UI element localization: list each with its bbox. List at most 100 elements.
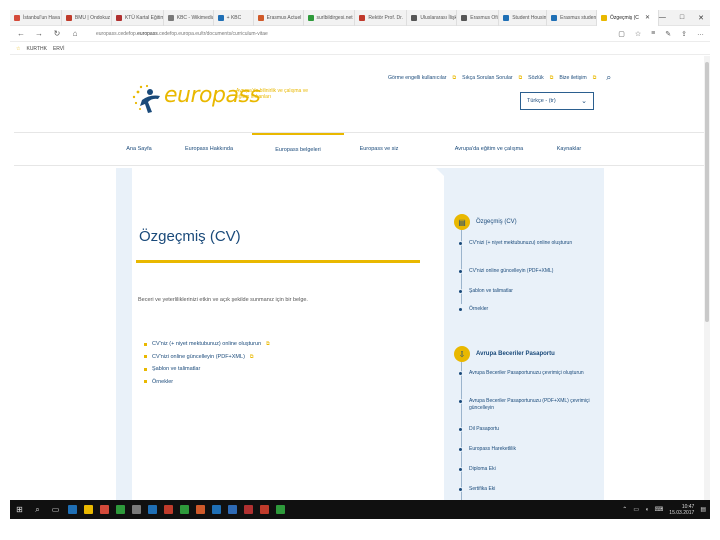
browser-tab[interactable]: Rektör Prof. Dr. <box>355 9 408 26</box>
browser-tab[interactable]: Student Housing <box>499 9 548 26</box>
taskbar-app-icon[interactable] <box>196 505 205 514</box>
search-icon[interactable]: ⌕ <box>606 72 611 83</box>
taskbar-app-icon[interactable] <box>116 505 125 514</box>
side-link-text[interactable]: CV'nizi (+ niyet mektubunuzu) online olu… <box>469 240 572 247</box>
side-link-text[interactable]: CV'nizi online güncelleyin (PDF+XML) <box>469 268 553 275</box>
forward-icon[interactable]: → <box>34 29 44 38</box>
home-icon[interactable]: ⌂ <box>70 29 80 38</box>
scrollbar[interactable] <box>704 56 710 500</box>
side-link[interactable]: CV'nizi (+ niyet mektubunuzu) online olu… <box>458 240 598 247</box>
notes-icon[interactable]: ✎ <box>665 30 671 38</box>
reading-view-icon[interactable]: ▢ <box>618 30 625 38</box>
list-item[interactable]: Örnekler <box>144 376 270 389</box>
side-section-cv[interactable]: ▤ Özgeçmiş (CV) <box>454 214 517 230</box>
side-link[interactable]: Sertifika Eki <box>458 486 598 493</box>
side-link[interactable]: CV'nizi online güncelleyin (PDF+XML) <box>458 268 598 275</box>
browser-tab[interactable]: KTÜ Kartal Eğitim <box>112 9 164 26</box>
util-link-accessibility[interactable]: Görme engelli kullanıcılar <box>388 75 447 81</box>
taskbar-app-icon[interactable] <box>68 505 77 514</box>
taskbar-app-icon[interactable] <box>228 505 237 514</box>
language-select[interactable]: Türkçe - (tr) ⌄ <box>520 92 594 110</box>
scrollbar-thumb[interactable] <box>705 62 709 322</box>
side-link[interactable]: Dil Pasaportu <box>458 426 598 433</box>
side-link[interactable]: Örnekler <box>458 306 598 313</box>
favorite-item[interactable]: KURTHK <box>26 46 46 52</box>
list-item[interactable]: Şablon ve talimatlar <box>144 363 270 376</box>
taskbar-app-icon[interactable] <box>84 505 93 514</box>
cv-link[interactable]: CV'niz (+ niyet mektubunuz) online oluşt… <box>152 341 261 347</box>
browser-tab[interactable]: + KBC <box>214 9 254 26</box>
side-link[interactable]: Avrupa Beceriler Pasaportunuzu (PDF+XML)… <box>458 398 598 412</box>
keyboard-icon[interactable]: ⌨ <box>655 506 664 513</box>
browser-tab[interactable]: İstanbul'un Hava <box>10 9 62 26</box>
taskbar: ⊞ ⌕ ▭ ⌃ ▭ ◖ ⌨ 10:47 15.03.2017 ▤ <box>10 500 710 519</box>
cv-link[interactable]: CV'nizi online güncelleyin (PDF+XML) <box>152 354 245 360</box>
nav-item-home[interactable]: Ana Sayfa <box>114 133 164 165</box>
maximize-icon[interactable]: □ <box>680 14 684 22</box>
side-link-text[interactable]: Örnekler <box>469 306 488 313</box>
list-item[interactable]: CV'niz (+ niyet mektubunuz) online oluşt… <box>144 338 270 351</box>
clock[interactable]: 10:47 15.03.2017 <box>669 504 694 516</box>
side-link-text[interactable]: Sertifika Eki <box>469 486 495 493</box>
favorite-star-icon[interactable]: ☆ <box>635 30 641 38</box>
side-link-text[interactable]: Şablon ve talimatlar <box>469 288 513 295</box>
hub-icon[interactable]: ≡ <box>651 30 655 38</box>
europass-logo[interactable]: europass Avrupa'da bilinirlik ve çalışma… <box>124 78 324 122</box>
nav-item-europass-and-you[interactable]: Europass ve siz <box>344 133 414 165</box>
side-link-text[interactable]: Avrupa Beceriler Pasaportunuzu (PDF+XML)… <box>469 398 598 412</box>
util-link-glossary[interactable]: Sözlük <box>528 75 544 81</box>
nav-item-resources[interactable]: Kaynaklar <box>549 133 589 165</box>
side-link[interactable]: Şablon ve talimatlar <box>458 288 598 295</box>
share-icon[interactable]: ⇪ <box>681 30 687 38</box>
side-section-skills-passport[interactable]: ⇩ Avrupa Beceriler Pasaportu <box>454 346 555 362</box>
browser-tab[interactable]: surlbildirgesi.net <box>304 9 356 26</box>
chevron-up-icon[interactable]: ⌃ <box>622 506 627 513</box>
browser-tab[interactable]: Özgeçmiş (C ✕ <box>597 9 659 26</box>
nav-item-about[interactable]: Europass Hakkında <box>164 133 254 165</box>
cv-link[interactable]: Şablon ve talimatlar <box>152 366 200 372</box>
side-link-text[interactable]: Europass Hareketlilik <box>469 446 516 453</box>
taskbar-app-icon[interactable] <box>132 505 141 514</box>
minimize-icon[interactable]: — <box>659 14 666 22</box>
back-icon[interactable]: ← <box>16 29 26 38</box>
more-icon[interactable]: … <box>697 30 704 38</box>
browser-tab[interactable]: BMU | Ondokuz <box>62 9 112 26</box>
browser-tab[interactable]: Erasmus Ofisi <box>457 9 500 26</box>
side-link[interactable]: Europass Hareketlilik <box>458 446 598 453</box>
util-link-contact[interactable]: Bize iletişim <box>559 75 586 81</box>
favorite-item[interactable]: ERVİ <box>53 46 65 52</box>
side-link-text[interactable]: Avrupa Beceriler Pasaportunuzu çevrimiçi… <box>469 370 584 377</box>
tab-close-icon[interactable]: ✕ <box>645 14 650 21</box>
search-icon[interactable]: ⌕ <box>32 504 43 515</box>
taskbar-app-icon[interactable] <box>276 505 285 514</box>
taskbar-app-icon[interactable] <box>148 505 157 514</box>
side-link-text[interactable]: Diploma Eki <box>469 466 496 473</box>
refresh-icon[interactable]: ↻ <box>52 29 62 38</box>
side-link-text[interactable]: Dil Pasaportu <box>469 426 499 433</box>
taskbar-app-icon[interactable] <box>244 505 253 514</box>
taskbar-app-icon[interactable] <box>100 505 109 514</box>
nav-item-documents[interactable]: Europass belgeleri <box>252 133 344 165</box>
side-link[interactable]: Avrupa Beceriler Pasaportunuzu çevrimiçi… <box>458 370 598 377</box>
taskbar-app-icon[interactable] <box>212 505 221 514</box>
side-link[interactable]: Diploma Eki <box>458 466 598 473</box>
task-view-icon[interactable]: ▭ <box>50 504 61 515</box>
list-item[interactable]: CV'nizi online güncelleyin (PDF+XML) ⧉ <box>144 351 270 364</box>
url-field[interactable]: europass.cedefop.europass.cedefop.europa… <box>96 31 610 37</box>
cv-link[interactable]: Örnekler <box>152 379 173 385</box>
taskbar-app-icon[interactable] <box>180 505 189 514</box>
volume-icon[interactable]: ◖ <box>645 507 649 513</box>
taskbar-app-icon[interactable] <box>260 505 269 514</box>
browser-tab[interactable]: Erasmus student <box>547 9 598 26</box>
windows-start-icon[interactable]: ⊞ <box>14 504 25 515</box>
browser-tab[interactable]: Uluslararası İlişki <box>407 9 458 26</box>
browser-tab[interactable]: Erasmus Actuel <box>254 9 304 26</box>
notifications-icon[interactable]: ▤ <box>700 506 706 513</box>
nav-item-study-work[interactable]: Avrupa'da eğitim ve çalışma <box>434 133 544 165</box>
main-nav: Ana Sayfa Europass Hakkında Europass bel… <box>14 132 704 166</box>
network-icon[interactable]: ▭ <box>633 506 639 513</box>
util-link-faq[interactable]: Sıkça Sorulan Sorular <box>462 75 512 81</box>
taskbar-app-icon[interactable] <box>164 505 173 514</box>
close-window-icon[interactable]: ✕ <box>698 14 704 22</box>
browser-tab[interactable]: KBC - Wikimedia <box>164 9 214 26</box>
